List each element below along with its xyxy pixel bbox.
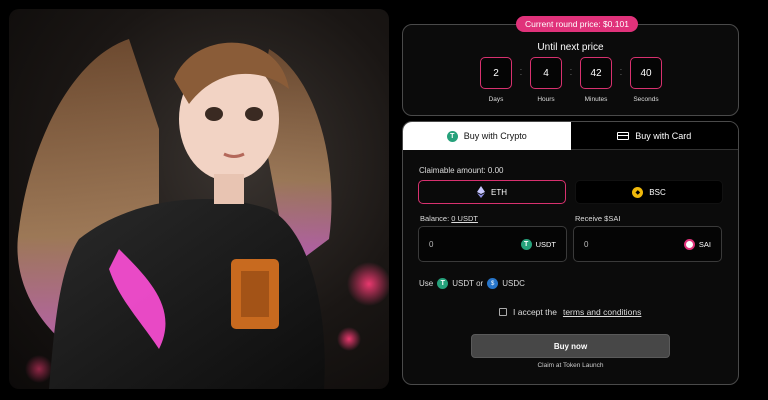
- countdown-label: Hours: [537, 96, 555, 103]
- tether-icon[interactable]: T: [437, 278, 449, 289]
- receive-label: Receive $SAI: [575, 214, 621, 223]
- countdown-days: 2 Days: [479, 57, 513, 103]
- countdown-value: 4: [530, 57, 562, 89]
- claim-note: Claim at Token Launch: [537, 362, 604, 369]
- pay-token: T USDT: [520, 238, 556, 250]
- terms-checkbox[interactable]: [499, 308, 507, 316]
- countdown-label: Minutes: [584, 96, 608, 103]
- countdown-value: 40: [630, 57, 662, 89]
- payment-tabs: T Buy with Crypto Buy with Card: [403, 122, 738, 150]
- balance-caption: Balance:: [420, 214, 450, 223]
- countdown-label: Seconds: [633, 96, 659, 103]
- countdown-separator: · ·: [569, 65, 573, 79]
- network-label: ETH: [491, 187, 507, 197]
- pay-amount-input[interactable]: 0 T USDT: [418, 226, 567, 262]
- price-countdown: Until next price 2 Days · · 4 Hours · · 42…: [402, 24, 739, 116]
- receive-token: SAI: [683, 238, 711, 250]
- tab-label: Buy with Card: [635, 130, 692, 141]
- countdown-value: 42: [580, 57, 612, 89]
- countdown-separator: · ·: [619, 65, 623, 79]
- network-eth-button[interactable]: ETH: [418, 180, 566, 204]
- tab-label: Buy with Crypto: [463, 131, 527, 141]
- terms-acceptance: I accept the terms and conditions: [499, 307, 641, 317]
- current-price-badge: Current round price: $0.101: [516, 16, 638, 32]
- balance-label: Balance: 0 USDT: [420, 214, 478, 223]
- tab-buy-with-crypto[interactable]: T Buy with Crypto: [403, 122, 571, 150]
- bnb-icon: ◆: [632, 186, 644, 198]
- receive-token-label: SAI: [698, 239, 711, 249]
- countdown-label: Days: [488, 96, 504, 103]
- countdown-seconds: 40 Seconds: [629, 57, 663, 103]
- countdown-hours: 4 Hours: [529, 57, 563, 103]
- pay-amount-value[interactable]: 0: [429, 240, 521, 249]
- usdc-icon[interactable]: $: [487, 278, 499, 289]
- network-bsc-button[interactable]: ◆ BSC: [575, 180, 723, 204]
- payment-token-options: Use T USDT or $ USDC: [419, 278, 525, 289]
- receive-amount-value[interactable]: 0: [584, 240, 684, 249]
- tab-buy-with-card[interactable]: Buy with Card: [570, 122, 738, 150]
- tether-icon: T: [446, 130, 458, 142]
- credit-card-icon: [617, 131, 630, 140]
- terms-link[interactable]: terms and conditions: [563, 307, 641, 317]
- hero-image: [9, 9, 389, 389]
- use-prefix: Use: [419, 279, 434, 288]
- pay-token-label: USDT: [535, 239, 556, 249]
- use-token-2: USDC: [502, 279, 525, 288]
- buy-now-button[interactable]: Buy now: [471, 334, 670, 358]
- receive-amount-input[interactable]: 0 SAI: [573, 226, 722, 262]
- tether-icon: T: [520, 238, 532, 250]
- claimable-amount: Claimable amount: 0.00: [419, 166, 504, 175]
- countdown-value: 2: [480, 57, 512, 89]
- accept-text: I accept the: [513, 307, 557, 317]
- ethereum-icon: [477, 186, 485, 198]
- balance-value[interactable]: 0 USDT: [451, 214, 478, 223]
- use-token-1: USDT or: [452, 279, 484, 288]
- buy-widget: T Buy with Crypto Buy with Card Claimabl…: [402, 121, 739, 385]
- countdown-title: Until next price: [537, 42, 604, 53]
- network-label: BSC: [649, 187, 666, 197]
- countdown-minutes: 42 Minutes: [579, 57, 613, 103]
- countdown-separator: · ·: [519, 65, 523, 79]
- sai-token-icon: [683, 238, 695, 250]
